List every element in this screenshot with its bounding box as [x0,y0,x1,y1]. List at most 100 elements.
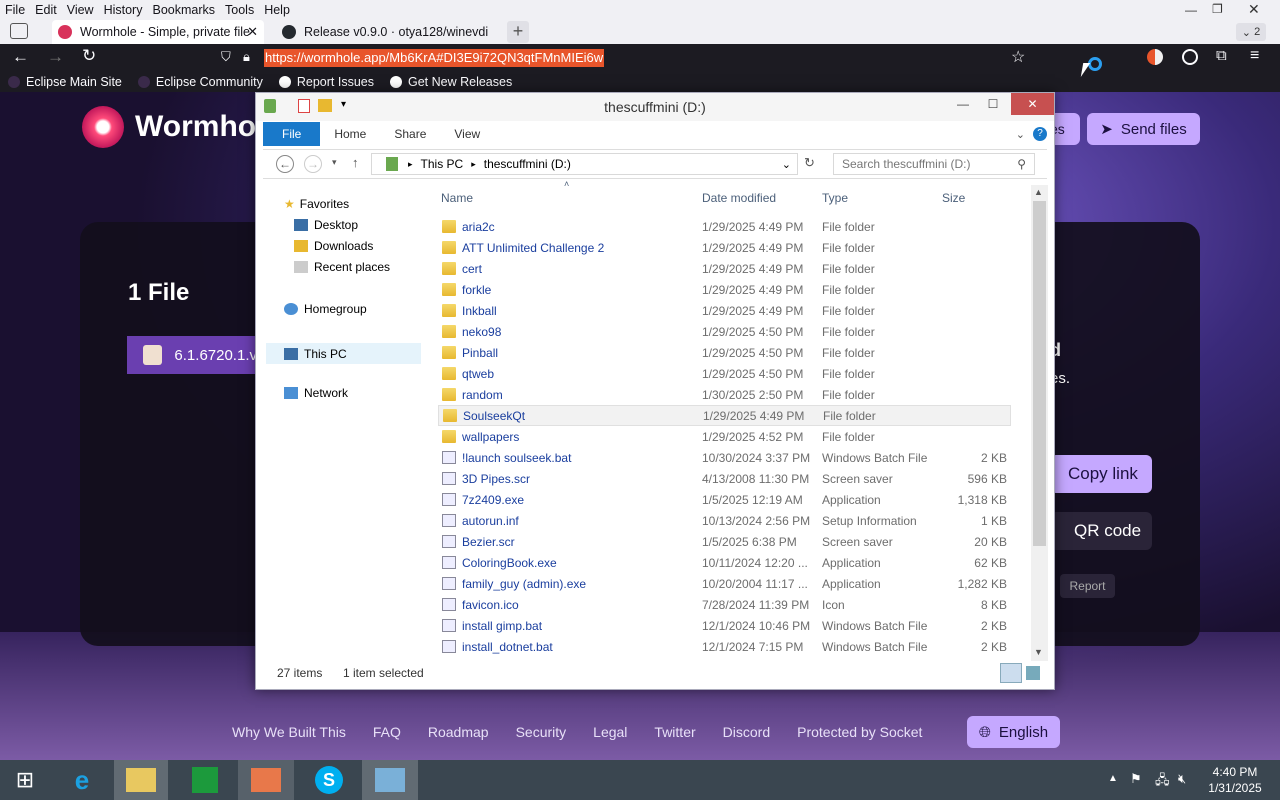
volume-muted-icon[interactable]: 🔇︎ [1178,771,1186,787]
hamburger-menu-icon[interactable]: ≡ [1250,47,1259,65]
bookmark-get-new-releases[interactable]: Get New Releases [389,75,512,89]
url-text[interactable]: https://wormhole.app/Mb6KrA#DI3E9i72QN3q… [264,49,605,67]
scroll-up-icon[interactable]: ▲ [1034,187,1043,197]
file-row[interactable]: favicon.ico 7/28/2024 11:39 PM Icon 8 KB [438,594,1011,615]
taskbar-file-explorer[interactable] [114,760,168,800]
properties-icon[interactable] [298,99,310,113]
file-row[interactable]: random 1/30/2025 2:50 PM File folder [438,384,1011,405]
back-arrow-icon[interactable]: ← [12,47,29,67]
nav-recent-places[interactable]: Recent places [294,260,390,274]
ribbon-expand-chevron-icon[interactable]: ⌄ [1016,128,1025,141]
recent-locations-chevron-icon[interactable]: ▾ [332,157,337,168]
action-center-flag-icon[interactable]: ⚑ [1130,771,1142,787]
menu-help[interactable]: Help [259,3,295,17]
footer-link-security[interactable]: Security [516,724,567,740]
tab-release[interactable]: Release v0.9.0 · otya128/winevdi [276,20,498,44]
file-row[interactable]: forkle 1/29/2025 4:49 PM File folder [438,279,1011,300]
search-input[interactable]: Search thescuffmini (D:) ⚲ [833,153,1035,175]
file-row[interactable]: Inkball 1/29/2025 4:49 PM File folder [438,300,1011,321]
extensions-puzzle-icon[interactable]: ⧉ [1216,47,1227,64]
column-name[interactable]: Name [441,191,473,205]
footer-link-discord[interactable]: Discord [723,724,770,740]
report-button[interactable]: Report [1060,574,1115,598]
ribbon-tab-file[interactable]: File [263,122,321,146]
up-arrow-icon[interactable]: ↑ [352,155,359,170]
start-button[interactable]: ⊞ [0,760,50,800]
tab-list-button[interactable]: ⌄ 2 [1236,23,1266,41]
show-hidden-icons-icon[interactable]: ▲ [1108,773,1118,784]
file-row[interactable]: wallpapers 1/29/2025 4:52 PM File folder [438,426,1011,447]
file-row[interactable]: 3D Pipes.scr 4/13/2008 11:30 PM Screen sav… [438,468,1011,489]
lock-icon[interactable]: 🔒︎ [243,49,250,65]
browser-close-button[interactable]: ✕ [1248,1,1260,18]
scrollbar-thumb[interactable] [1033,201,1046,546]
browser-restore-button[interactable]: ❐ [1212,2,1223,16]
footer-link-faq[interactable]: FAQ [373,724,401,740]
bookmark-eclipse-main[interactable]: Eclipse Main Site [8,75,122,89]
explorer-close-button[interactable]: ✕ [1011,93,1054,115]
file-row[interactable]: cert 1/29/2025 4:49 PM File folder [438,258,1011,279]
wormhole-logo-icon[interactable] [82,106,124,148]
menu-edit[interactable]: Edit [30,3,62,17]
menu-view[interactable]: View [62,3,99,17]
file-list-item[interactable]: 6.1.6720.1.v [127,336,257,374]
bookmark-report-issues[interactable]: Report Issues [278,75,374,89]
file-row[interactable]: Bezier.scr 1/5/2025 6:38 PM Screen saver 20… [438,531,1011,552]
browser-minimize-button[interactable]: — [1185,3,1197,17]
file-row[interactable]: family_guy (admin).exe 10/20/2004 11:17 .… [438,573,1011,594]
address-dropdown-icon[interactable]: ⌄ [782,158,791,171]
ribbon-tab-view[interactable]: View [440,127,494,141]
scroll-down-icon[interactable]: ▼ [1034,647,1043,657]
address-bar[interactable]: ▸ This PC ▸ thescuffmini (D:) ⌄ [371,153,798,175]
file-row[interactable]: SoulseekQt 1/29/2025 4:49 PM File folder [438,405,1011,426]
file-row[interactable]: qtweb 1/29/2025 4:50 PM File folder [438,363,1011,384]
file-row[interactable]: aria2c 1/29/2025 4:49 PM File folder [438,216,1011,237]
taskbar-clock[interactable]: 4:40 PM 1/31/2025 [1195,764,1275,796]
ribbon-tab-home[interactable]: Home [320,127,380,141]
file-row[interactable]: ATT Unlimited Challenge 2 1/29/2025 4:49 … [438,237,1011,258]
back-icon[interactable]: ← [276,155,294,173]
file-row[interactable]: Pinball 1/29/2025 4:50 PM File folder [438,342,1011,363]
taskbar-firefox[interactable] [238,760,294,800]
new-tab-button[interactable]: + [507,21,529,43]
footer-link-legal[interactable]: Legal [593,724,627,740]
taskbar-internet-explorer[interactable]: e [54,760,110,800]
column-date-modified[interactable]: Date modified [702,191,776,205]
network-tray-icon[interactable]: 🖧︎ [1155,771,1170,793]
file-row[interactable]: 7z2409.exe 1/5/2025 12:19 AM Application 1,… [438,489,1011,510]
column-size[interactable]: Size [942,191,965,205]
refresh-icon[interactable]: ↻ [804,155,815,171]
nav-downloads[interactable]: Downloads [294,239,373,253]
tab-overview-icon[interactable] [10,23,28,39]
explorer-titlebar[interactable]: thescuffmini (D:) ▾ — ☐ ✕ [256,93,1054,121]
file-row[interactable]: neko98 1/29/2025 4:50 PM File folder [438,321,1011,342]
taskbar-skype[interactable]: S [302,760,356,800]
nav-network[interactable]: Network [284,386,348,400]
large-icons-view-icon[interactable] [1026,666,1040,680]
nav-this-pc[interactable]: This PC [266,343,421,364]
nav-favorites[interactable]: ★ Favorites [284,197,349,211]
taskbar-photos[interactable] [362,760,418,800]
nav-homegroup[interactable]: Homegroup [284,302,367,316]
explorer-minimize-button[interactable]: — [948,93,978,115]
nav-desktop[interactable]: Desktop [294,218,358,232]
footer-link-socket[interactable]: Protected by Socket [797,724,922,740]
new-folder-icon[interactable] [318,99,332,112]
breadcrumb-this-pc[interactable]: This PC [421,157,464,171]
ribbon-tab-share[interactable]: Share [380,127,440,141]
file-row[interactable]: ColoringBook.exe 10/11/2024 12:20 ... Appl… [438,552,1011,573]
reload-icon[interactable]: ↻ [82,46,96,66]
file-row[interactable]: install_dotnet.bat 12/1/2024 7:15 PM Windo… [438,636,1011,657]
copy-link-button[interactable]: Copy link [1050,455,1152,493]
forward-arrow-icon[interactable]: → [47,47,64,67]
language-button[interactable]: 🌐︎ English [967,716,1060,748]
footer-link-twitter[interactable]: Twitter [654,724,695,740]
help-icon[interactable]: ? [1033,127,1047,141]
file-row[interactable]: autorun.inf 10/13/2024 2:56 PM Setup Infor… [438,510,1011,531]
breadcrumb-drive[interactable]: thescuffmini (D:) [484,157,571,171]
close-tab-icon[interactable]: ✕ [247,24,258,40]
bookmark-eclipse-community[interactable]: Eclipse Community [137,75,263,89]
footer-link-roadmap[interactable]: Roadmap [428,724,489,740]
extension-icon[interactable] [1147,49,1163,65]
qr-code-button[interactable]: QR code [1050,512,1152,550]
